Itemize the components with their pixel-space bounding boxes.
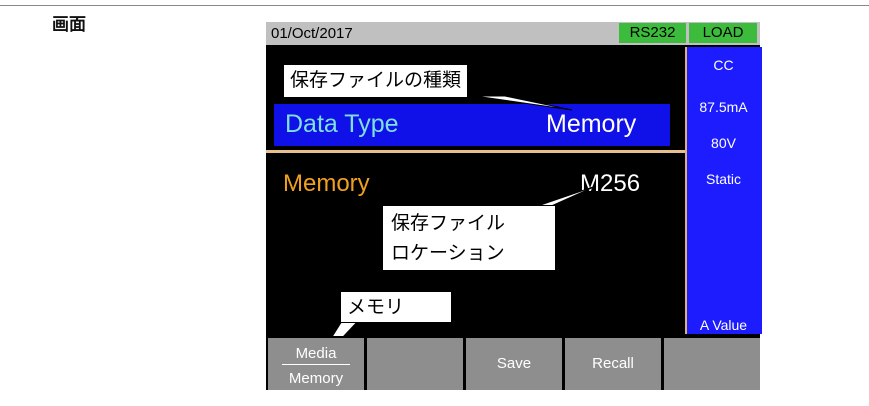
data-type-value[interactable]: Memory bbox=[546, 110, 636, 139]
callout-file-type: 保存ファイルの種類 bbox=[283, 64, 469, 98]
media-softkey[interactable]: Media Memory bbox=[268, 338, 364, 390]
recall-softkey[interactable]: Recall bbox=[565, 338, 661, 390]
side-response: Static bbox=[705, 171, 741, 187]
top-rule bbox=[0, 5, 869, 6]
side-mode: CC bbox=[713, 57, 734, 73]
page-label: 画面 bbox=[52, 15, 86, 35]
callout-location: 保存ファイル ロケーション bbox=[382, 205, 556, 271]
softkey-2[interactable] bbox=[367, 338, 463, 390]
rs232-badge: RS232 bbox=[619, 23, 686, 43]
side-voltage: 80V bbox=[711, 135, 736, 151]
side-bottom: A Value bbox=[699, 317, 748, 333]
memory-label: Memory bbox=[283, 170, 370, 197]
callout-location-line2: ロケーション bbox=[391, 242, 505, 264]
memory-value[interactable]: M256 bbox=[580, 170, 640, 198]
softkey-5[interactable] bbox=[664, 338, 760, 390]
callout-memory: メモリ bbox=[340, 291, 452, 323]
divider bbox=[266, 150, 685, 153]
data-type-label: Data Type bbox=[285, 110, 399, 138]
side-current: 87.5mA bbox=[699, 99, 748, 115]
callout-location-line1: 保存ファイル bbox=[391, 212, 506, 234]
status-date: 01/Oct/2017 bbox=[271, 25, 353, 42]
side-panel bbox=[685, 47, 762, 334]
softkey1-top-label: Media bbox=[295, 345, 337, 362]
softkey1-underline bbox=[282, 364, 350, 365]
save-softkey[interactable]: Save bbox=[466, 338, 562, 390]
load-badge: LOAD bbox=[689, 23, 757, 43]
softkey1-bottom-label: Memory bbox=[288, 370, 344, 387]
